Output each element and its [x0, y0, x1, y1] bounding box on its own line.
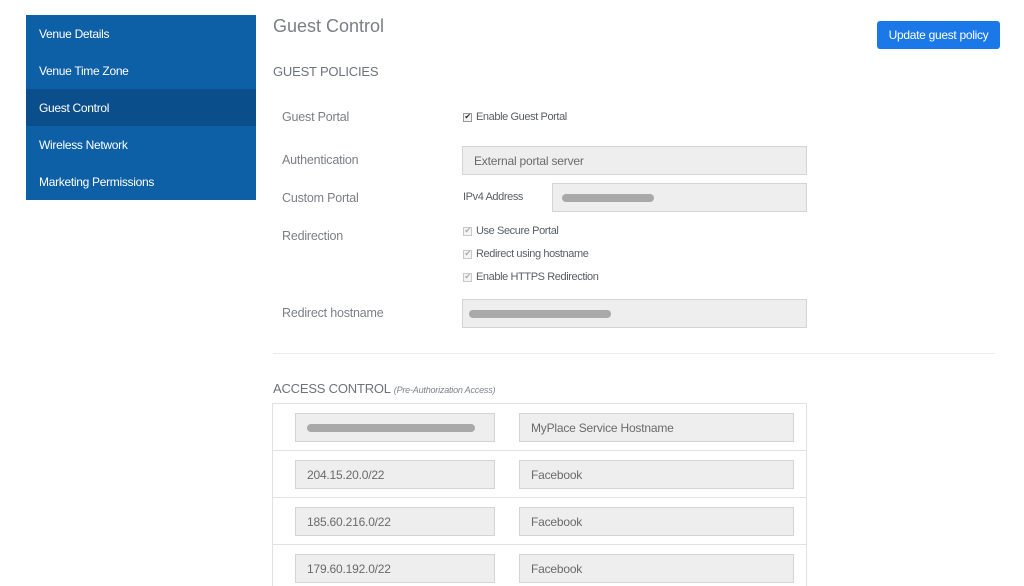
authentication-value: External portal server: [474, 153, 584, 168]
table-row: 179.60.192.0/22 Facebook: [273, 545, 806, 586]
service-name-input[interactable]: MyPlace Service Hostname: [519, 413, 794, 442]
sidebar-item-label: Venue Time Zone: [39, 63, 129, 78]
access-control-title: ACCESS CONTROL: [273, 381, 391, 396]
sidebar-item-guest-control[interactable]: Guest Control: [26, 89, 256, 126]
redirection-label: Redirection: [282, 229, 344, 243]
authentication-select[interactable]: External portal server: [462, 146, 807, 175]
access-control-heading: ACCESS CONTROL (Pre-Authorization Access…: [273, 381, 495, 396]
checkbox-checked-icon[interactable]: ✔: [463, 226, 472, 236]
enable-https-redirection-label: Enable HTTPS Redirection: [476, 271, 599, 283]
guest-portal-label: Guest Portal: [282, 110, 350, 124]
service-name: Facebook: [531, 561, 583, 576]
address-input[interactable]: 204.15.20.0/22: [295, 460, 495, 489]
table-row: 185.60.216.0/22 Facebook: [273, 498, 806, 545]
service-name-input[interactable]: Facebook: [519, 507, 794, 536]
redirect-hostname-label: Redirect hostname: [282, 306, 384, 320]
use-secure-portal-label: Use Secure Portal: [476, 225, 559, 237]
access-control-subtitle: (Pre-Authorization Access): [393, 385, 496, 395]
service-name: Facebook: [531, 467, 583, 482]
address-input[interactable]: [295, 413, 495, 442]
redacted-value: [562, 193, 654, 202]
page-title: Guest Control: [273, 16, 385, 36]
address-value: 204.15.20.0/22: [307, 467, 385, 482]
redirect-using-hostname-checkbox[interactable]: ✔ Redirect using hostname: [463, 248, 589, 260]
guest-policies-heading: GUEST POLICIES: [273, 64, 379, 79]
section-divider: [273, 353, 995, 354]
enable-https-redirection-checkbox[interactable]: ✔ Enable HTTPS Redirection: [463, 271, 599, 283]
sidebar-item-venue-time-zone[interactable]: Venue Time Zone: [26, 52, 256, 89]
sidebar-item-label: Marketing Permissions: [39, 174, 155, 189]
sidebar-item-label: Venue Details: [39, 26, 110, 41]
address-input[interactable]: 185.60.216.0/22: [295, 507, 495, 536]
redirect-using-hostname-label: Redirect using hostname: [476, 248, 589, 260]
sidebar-item-venue-details[interactable]: Venue Details: [26, 15, 256, 52]
service-name-input[interactable]: Facebook: [519, 554, 794, 583]
service-name-input[interactable]: Facebook: [519, 460, 794, 489]
address-value: 179.60.192.0/22: [307, 561, 391, 576]
service-name: Facebook: [531, 514, 583, 529]
sidebar-item-label: Guest Control: [39, 100, 110, 115]
enable-guest-portal-label: Enable Guest Portal: [476, 111, 567, 123]
sidebar-nav: Venue Details Venue Time Zone Guest Cont…: [26, 15, 256, 200]
service-name: MyPlace Service Hostname: [531, 420, 674, 435]
table-row: MyPlace Service Hostname: [273, 404, 806, 451]
table-row: 204.15.20.0/22 Facebook: [273, 451, 806, 498]
checkbox-checked-icon[interactable]: ✔: [463, 249, 472, 259]
address-input[interactable]: 179.60.192.0/22: [295, 554, 495, 583]
checkbox-checked-icon[interactable]: ✔: [463, 272, 472, 282]
ipv4-address-input[interactable]: [552, 183, 807, 212]
update-guest-policy-button[interactable]: Update guest policy: [877, 21, 1000, 49]
redacted-value: [469, 309, 611, 318]
use-secure-portal-checkbox[interactable]: ✔ Use Secure Portal: [463, 225, 559, 237]
access-control-table: MyPlace Service Hostname 204.15.20.0/22 …: [272, 403, 807, 586]
sidebar-item-marketing-permissions[interactable]: Marketing Permissions: [26, 163, 256, 200]
sidebar-item-label: Wireless Network: [39, 137, 128, 152]
ipv4-address-label: IPv4 Address: [463, 191, 524, 203]
custom-portal-label: Custom Portal: [282, 191, 359, 205]
redirect-hostname-input[interactable]: [462, 299, 807, 328]
authentication-label: Authentication: [282, 153, 359, 167]
checkbox-checked-icon[interactable]: ✔: [463, 112, 472, 122]
enable-guest-portal-checkbox[interactable]: ✔ Enable Guest Portal: [463, 111, 567, 123]
address-value: 185.60.216.0/22: [307, 514, 391, 529]
sidebar-item-wireless-network[interactable]: Wireless Network: [26, 126, 256, 163]
redacted-value: [307, 423, 475, 432]
